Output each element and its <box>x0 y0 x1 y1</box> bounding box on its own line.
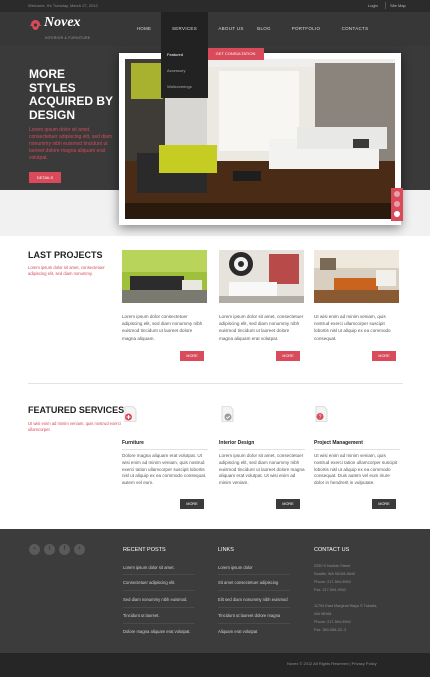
feature-title: Interior Design <box>219 440 255 446</box>
project-more-button[interactable]: MORE <box>180 351 204 361</box>
contact-line: Phone: 217-594-9943 <box>314 580 351 584</box>
recent-post-link[interactable]: Tincidunt ut laoreet. <box>123 613 160 618</box>
feature-more-button[interactable]: MORE <box>180 499 204 509</box>
services-dropdown: Featured Accessory Wallcoverings <box>161 46 208 98</box>
featured-subtitle: Ut wisi enim ad minim veniam, quis nostr… <box>28 421 121 432</box>
footer-separator <box>218 574 290 575</box>
featured-title: FEATURED SERVICES <box>28 405 125 415</box>
feature-text: Lorem ipsum dolor sit amet, consectetuer… <box>219 453 305 486</box>
links-title: LINKS <box>218 547 234 553</box>
slider-dot[interactable] <box>394 201 400 207</box>
facebook-icon[interactable]: f <box>59 544 70 555</box>
contact-line: WA 98168 <box>314 612 332 616</box>
project-more-button[interactable]: MORE <box>276 351 300 361</box>
document-add-icon <box>124 406 137 422</box>
feature-divider <box>314 449 400 450</box>
plus-icon[interactable]: + <box>74 544 85 555</box>
nav-about-us[interactable]: ABOUT US <box>208 12 254 46</box>
footer-link[interactable]: Elit sed diam nonummy nibh euismod <box>218 597 288 602</box>
feature-title: Furniture <box>122 440 144 446</box>
svg-text:?: ? <box>319 415 322 421</box>
feature-title: Project Management <box>314 440 363 446</box>
hero-title: MORE STYLES ACQUIRED BY DESIGN <box>29 67 113 122</box>
rss-icon[interactable]: • <box>29 544 40 555</box>
footer-separator <box>123 607 195 608</box>
footer-link[interactable]: Tincidunt ut laoreet dolore magna <box>218 613 280 618</box>
contact-line: Fax: 217-594-9942 <box>314 588 347 592</box>
contact-line: Fax: 360-558-20..3 <box>314 628 347 632</box>
contact-line: Seattle, WA 98108-5640 <box>314 572 356 576</box>
footer-separator <box>123 574 195 575</box>
footer-separator <box>218 623 290 624</box>
feature-text: Ut wisi enim ad minim veniam, quis nostr… <box>314 453 398 486</box>
recent-post-link[interactable]: Lorem ipsum dolor sit amet. <box>123 565 175 570</box>
slider-dot-active[interactable] <box>394 211 400 217</box>
projects-title: LAST PROJECTS <box>28 250 103 260</box>
feature-divider <box>219 449 305 450</box>
section-divider <box>28 383 403 384</box>
recent-post-link[interactable]: Sed diam nonummy nibh euismod. <box>123 597 187 602</box>
document-help-icon: ? <box>315 406 328 422</box>
hero-text: Lorem ipsum dolor sit amet, consectetuer… <box>29 127 113 161</box>
welcome-text: Welcome, It's Tuesday, March 27, 2012 <box>28 3 98 8</box>
copyright: Novex © 2012 All Rights Reserved | Priva… <box>287 661 377 666</box>
feature-more-button[interactable]: MORE <box>276 499 300 509</box>
recent-post-link[interactable]: Dolore magna aliquam erat volutpat. <box>123 629 191 634</box>
footer-link[interactable]: Sit amet consectetuer adipiscing <box>218 580 278 585</box>
recent-post-link[interactable]: Consectetuer adipiscing elit. <box>123 580 175 585</box>
topbar-separator <box>385 2 386 9</box>
feature-divider <box>122 449 208 450</box>
contact-title: CONTACT US <box>314 547 350 553</box>
footer-separator <box>218 607 290 608</box>
footer-separator <box>123 623 195 624</box>
twitter-icon[interactable]: t <box>44 544 55 555</box>
document-check-icon <box>221 406 234 422</box>
recent-posts-title: RECENT POSTS <box>123 547 166 553</box>
logo-tagline: INTERIOR & FURNITURE <box>45 36 91 40</box>
contact-line: Phone: 217-594-9942 <box>314 620 351 624</box>
dropdown-item-featured[interactable]: Featured <box>167 52 183 57</box>
feature-more-button[interactable]: MORE <box>372 499 396 509</box>
dropdown-item-accessory[interactable]: Accessory <box>167 68 185 73</box>
slider-tag[interactable]: GET CONSULTATION <box>207 48 264 60</box>
nav-portfolio[interactable]: PORTFOLIO <box>283 12 329 46</box>
project-image[interactable] <box>314 250 399 303</box>
contact-line: 2250 S Norfolk Street <box>314 564 351 568</box>
project-text: Lorem ipsum dolor sit amet, consectetuer… <box>219 314 304 341</box>
login-link[interactable]: Login <box>368 3 378 8</box>
footer-link[interactable]: Aliquam erat volutpat <box>218 629 257 634</box>
footer-separator <box>123 590 195 591</box>
nav-services[interactable]: SERVICES <box>161 12 208 46</box>
nav-contacts[interactable]: CONTACTS <box>332 12 378 46</box>
feature-text: Dolore magna aliquam erat volutpat. Ut w… <box>122 453 207 486</box>
project-image[interactable] <box>122 250 207 303</box>
slider-dot[interactable] <box>394 191 400 197</box>
project-text: Lorem ipsum dolor consectetuer adipiscin… <box>122 314 203 341</box>
nav-home[interactable]: HOME <box>123 12 165 46</box>
top-bar: Welcome, It's Tuesday, March 27, 2012 Lo… <box>0 0 430 12</box>
contact-line: 11794 East Marginal Ways S Tukwila, <box>314 604 378 608</box>
project-text: Ut wisi enim ad minim veniam, quis nostr… <box>314 314 391 341</box>
project-more-button[interactable]: MORE <box>372 351 396 361</box>
logo-name[interactable]: Novex <box>44 15 81 31</box>
sitemap-link[interactable]: Site Map <box>390 3 406 8</box>
project-image[interactable] <box>219 250 304 303</box>
details-button[interactable]: DETAILS <box>29 172 61 183</box>
logo-icon[interactable] <box>29 19 42 31</box>
footer-separator <box>218 590 290 591</box>
dropdown-item-wallcoverings[interactable]: Wallcoverings <box>167 84 192 89</box>
footer-link[interactable]: Lorem ipsum dolor <box>218 565 253 570</box>
nav-blog[interactable]: BLOG <box>250 12 278 46</box>
projects-subtitle: Lorem ipsum dolor sit amet, consectetuer… <box>28 265 105 276</box>
